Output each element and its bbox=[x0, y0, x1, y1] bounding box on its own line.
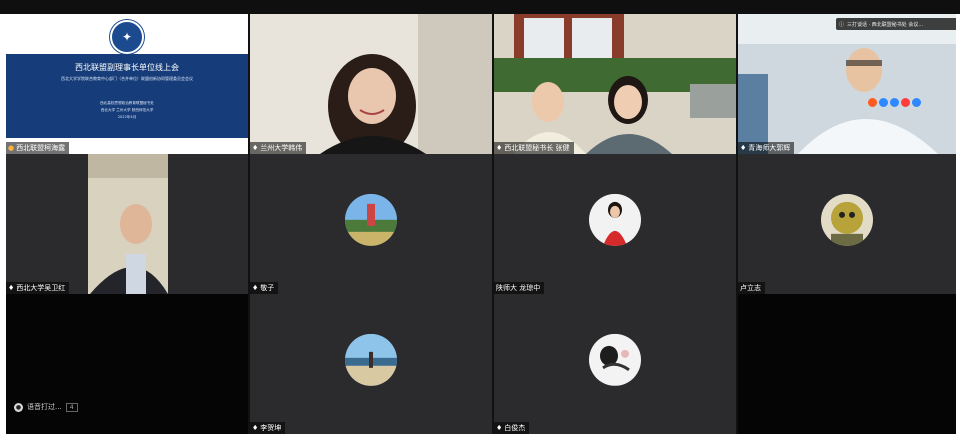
slide-subtitle: 西北大学学院联合教育中心部门（合并单位）联盟创新协同管理委员会会议 bbox=[61, 76, 193, 81]
microphone-icon: ♦ bbox=[8, 284, 15, 292]
microphone-icon: ♦ bbox=[252, 424, 259, 432]
info-icon: ⓘ bbox=[839, 21, 845, 28]
empty-tile: ● 语音打过... 4 bbox=[6, 294, 248, 434]
microphone-icon: ♦ bbox=[252, 144, 259, 152]
shared-presentation-slide: ✦ 西北联盟副理事长单位线上会 西北大学学院联合教育中心部门（合并单位）联盟创新… bbox=[6, 14, 248, 154]
participant-name-tag: ♦ 青海师大郭辉 bbox=[738, 142, 795, 154]
microphone-icon: ● bbox=[8, 144, 15, 152]
participant-video-feed bbox=[250, 14, 492, 154]
participant-name-tag: ♦ 西北大学吴卫红 bbox=[6, 282, 70, 294]
participant-name-tag: ♦ 兰州大学韩伟 bbox=[250, 142, 307, 154]
participant-name-tag: 陕师大 龙琼中 bbox=[494, 282, 545, 294]
microphone-icon: ♦ bbox=[252, 284, 259, 292]
avatar bbox=[589, 193, 641, 246]
slide-date: 2022年4月 bbox=[117, 115, 137, 119]
app-shortcut-badges bbox=[868, 98, 921, 107]
participant-video-feed bbox=[6, 154, 248, 294]
video-tile-participant[interactable]: ⓘ 三打谈话 · 西北联盟秘书处 会议... ♦ 青海师大郭辉 bbox=[738, 14, 956, 154]
video-tile-participant[interactable]: 卢立志 bbox=[738, 154, 956, 294]
microphone-icon: ♦ bbox=[496, 144, 503, 152]
app-badge-icon bbox=[901, 98, 910, 107]
participant-name-tag: ♦ 白俊杰 bbox=[494, 422, 530, 434]
microphone-icon: ♦ bbox=[496, 424, 503, 432]
video-tile-shared-screen[interactable]: ✦ 西北联盟副理事长单位线上会 西北大学学院联合教育中心部门（合并单位）联盟创新… bbox=[6, 14, 248, 154]
app-badge-icon bbox=[890, 98, 899, 107]
app-badge-icon bbox=[912, 98, 921, 107]
participant-video-feed bbox=[738, 14, 956, 154]
avatar bbox=[345, 193, 397, 246]
participant-name-tag: 卢立志 bbox=[738, 282, 765, 294]
video-tile-participant[interactable]: ♦ 李贺坤 bbox=[250, 294, 492, 434]
screen-share-toolbar[interactable]: ⓘ 三打谈话 · 西北联盟秘书处 会议... bbox=[836, 18, 956, 30]
microphone-icon: ♦ bbox=[740, 144, 747, 152]
participant-name-tag: ♦ 敬子 bbox=[250, 282, 279, 294]
video-tile-participant[interactable]: ♦ 敬子 bbox=[250, 154, 492, 294]
avatar bbox=[345, 333, 397, 386]
video-tile-participant[interactable]: ♦ 西北联盟秘书长 张健 bbox=[494, 14, 736, 154]
participant-name-tag: ♦ 西北联盟秘书长 张健 bbox=[494, 142, 574, 154]
empty-tile bbox=[738, 294, 956, 434]
university-logo-icon: ✦ bbox=[110, 20, 144, 54]
slide-org-line1: 西北高校思想政治教育联盟秘书处 bbox=[100, 101, 154, 105]
video-tile-participant[interactable]: ♦ 白俊杰 bbox=[494, 294, 736, 434]
user-icon: ● bbox=[14, 402, 23, 412]
count-badge: 4 bbox=[65, 402, 78, 412]
avatar bbox=[821, 193, 873, 246]
avatar bbox=[589, 333, 641, 386]
slide-org-line2: 西北大学 兰州大学 陕西师范大学 bbox=[100, 108, 154, 112]
slide-org-info: 西北高校思想政治教育联盟秘书处 西北大学 兰州大学 陕西师范大学 2022年4月 bbox=[6, 100, 248, 121]
app-badge-icon bbox=[879, 98, 888, 107]
slide-title: 西北联盟副理事长单位线上会 bbox=[75, 63, 179, 72]
video-grid: ✦ 西北联盟副理事长单位线上会 西北大学学院联合教育中心部门（合并单位）联盟创新… bbox=[6, 14, 956, 434]
participant-name-tag: ● 西北联盟柯海露 bbox=[6, 142, 70, 154]
video-tile-participant[interactable]: ♦ 兰州大学韩伟 bbox=[250, 14, 492, 154]
window-top-bar bbox=[0, 0, 960, 14]
video-tile-participant[interactable]: ♦ 西北大学吴卫红 bbox=[6, 154, 248, 294]
app-badge-icon bbox=[868, 98, 877, 107]
meeting-status-chip[interactable]: ● 语音打过... 4 bbox=[14, 402, 78, 412]
participant-name-tag: ♦ 李贺坤 bbox=[250, 422, 286, 434]
participant-video-feed bbox=[494, 14, 736, 154]
video-tile-participant[interactable]: 陕师大 龙琼中 bbox=[494, 154, 736, 294]
